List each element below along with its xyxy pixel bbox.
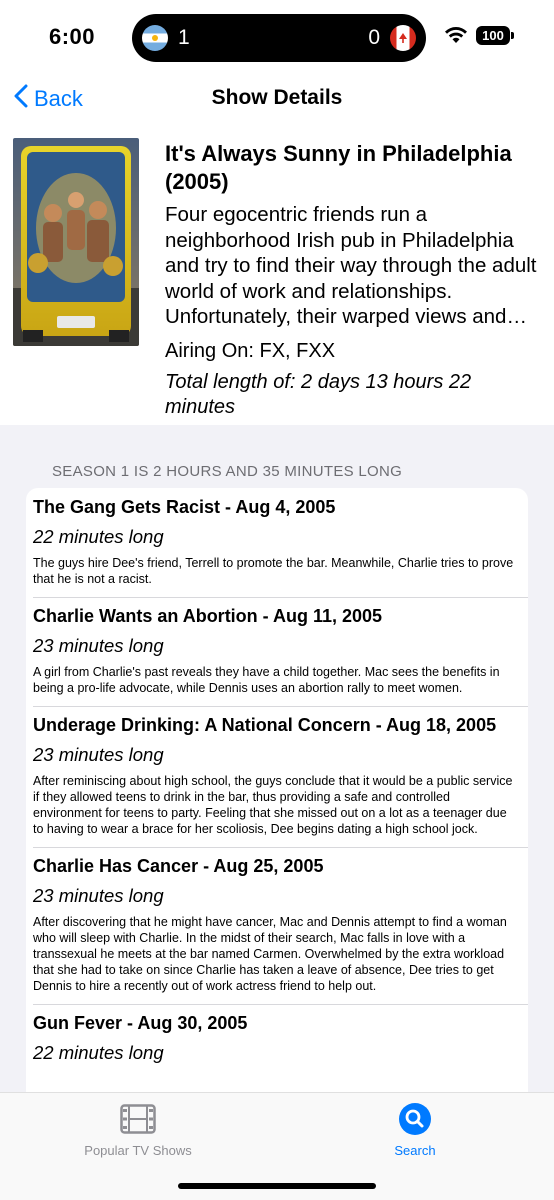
search-icon (360, 1103, 470, 1135)
episode-length: 23 minutes long (33, 744, 164, 765)
tab-search[interactable]: Search (360, 1103, 470, 1158)
episode-row[interactable]: Gun Fever - Aug 30, 2005 22 minutes long (26, 1004, 528, 1074)
status-bar: 6:00 1 0 100 (0, 0, 554, 76)
episode-title: Gun Fever - Aug 30, 2005 (33, 1013, 248, 1033)
wifi-icon (444, 26, 468, 49)
canada-flag-icon (390, 25, 416, 51)
episode-title: The Gang Gets Racist - Aug 4, 2005 (33, 497, 336, 517)
score-right: 0 (368, 26, 380, 49)
show-poster-image (13, 138, 139, 346)
episode-row[interactable]: Charlie Has Cancer - Aug 25, 2005 23 min… (26, 847, 528, 1004)
episode-length: 22 minutes long (33, 526, 164, 547)
total-length: Total length of: 2 days 13 hours 22 minu… (165, 371, 472, 418)
episode-length: 23 minutes long (33, 635, 164, 656)
live-activity-scoreboard[interactable]: 1 0 (132, 14, 426, 62)
episode-length: 22 minutes long (33, 1042, 164, 1063)
episode-description: The guys hire Dee's friend, Terrell to p… (33, 556, 514, 586)
tab-search-label: Search (394, 1143, 436, 1158)
show-header: It's Always Sunny in Philadelphia (2005)… (0, 120, 554, 425)
score-left: 1 (178, 26, 190, 49)
battery-icon: 100 (476, 26, 514, 45)
airing-networks: Airing On: FX, FXX (165, 340, 336, 362)
home-indicator[interactable] (178, 1183, 376, 1189)
episode-row[interactable]: Charlie Wants an Abortion - Aug 11, 2005… (26, 597, 528, 706)
episode-row[interactable]: The Gang Gets Racist - Aug 4, 2005 22 mi… (26, 488, 528, 597)
episode-description: After discovering that he might have can… (33, 915, 507, 993)
episode-row[interactable]: Underage Drinking: A National Concern - … (26, 706, 528, 847)
episode-description: A girl from Charlie's past reveals they … (33, 665, 500, 695)
season-section-header: SEASON 1 IS 2 HOURS AND 35 MINUTES LONG (52, 463, 403, 480)
film-icon (60, 1103, 216, 1135)
navigation-bar: Back Show Details (0, 76, 554, 120)
episode-description: After reminiscing about high school, the… (33, 774, 513, 836)
episode-list[interactable]: The Gang Gets Racist - Aug 4, 2005 22 mi… (26, 488, 528, 1188)
show-title: It's Always Sunny in Philadelphia (2005) (165, 141, 512, 194)
episode-title: Underage Drinking: A National Concern - … (33, 715, 497, 735)
episode-title: Charlie Wants an Abortion - Aug 11, 2005 (33, 606, 383, 626)
argentina-flag-icon (142, 25, 168, 51)
tab-popular-label: Popular TV Shows (84, 1143, 192, 1158)
tab-popular-tv-shows[interactable]: Popular TV Shows (60, 1103, 216, 1158)
episode-title: Charlie Has Cancer - Aug 25, 2005 (33, 856, 324, 876)
page-title: Show Details (211, 86, 343, 109)
show-overview: Four egocentric friends run a neighborho… (165, 203, 537, 328)
status-time: 6:00 (49, 24, 96, 49)
episode-length: 23 minutes long (33, 885, 164, 906)
episode-list-area[interactable]: SEASON 1 IS 2 HOURS AND 35 MINUTES LONG … (0, 425, 554, 1200)
